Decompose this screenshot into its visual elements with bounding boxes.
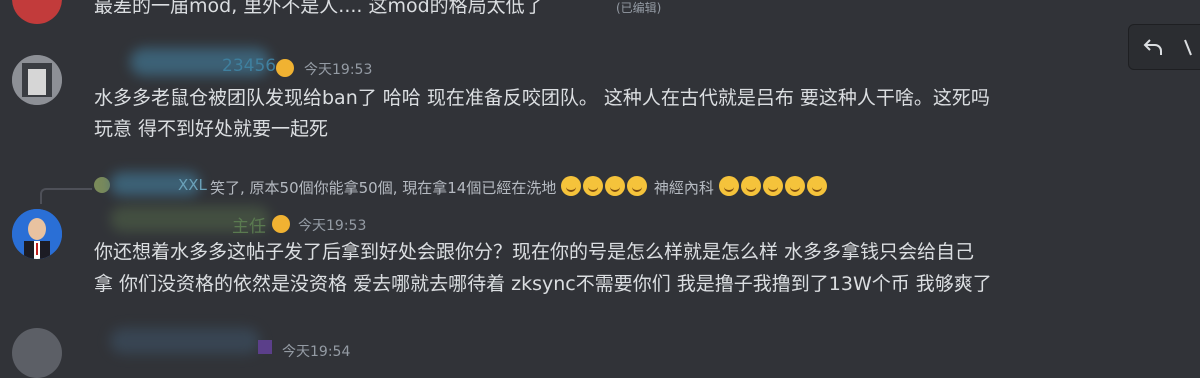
emoji-icon xyxy=(784,176,805,196)
emoji-icon xyxy=(762,176,783,196)
username-tag xyxy=(258,340,272,354)
reply-username: XXL xyxy=(178,176,207,194)
emoji-icon xyxy=(561,176,582,196)
reply-connector xyxy=(40,188,92,204)
timestamp: 今天19:54 xyxy=(282,344,351,360)
emoji-icon xyxy=(605,176,626,196)
message-line-2: 拿 你们没资格的依然是没资格 爱去哪就去哪待着 zksync不需要你们 我是撸子… xyxy=(94,273,992,295)
avatar[interactable] xyxy=(12,328,62,378)
more-options-icon[interactable] xyxy=(1177,35,1200,59)
emoji-icon xyxy=(740,176,761,196)
message-1: 最差的一届mod, 里外不是人.... 这mod的格局太低了 (已编辑) xyxy=(0,0,1200,40)
message-line-2: 玩意 得不到好处就要一起死 xyxy=(94,118,329,140)
reply-reference[interactable]: XXL 笑了, 原本50個你能拿50個, 現在拿14個已經在洗地 神經內科 xyxy=(0,170,1120,204)
edited-label: (已编辑) xyxy=(616,1,662,15)
emoji-icon xyxy=(806,176,827,196)
reply-arrow-icon[interactable] xyxy=(1141,35,1165,59)
message-line-1: 你还想着水多多这帖子发了后拿到好处会跟你分？现在你的号是怎么样就是怎么样 水多多… xyxy=(94,241,975,263)
avatar[interactable] xyxy=(12,55,62,105)
emoji-icon xyxy=(627,176,648,196)
user-badge-icon xyxy=(276,59,294,77)
message-4: 今天19:54 xyxy=(0,320,1120,378)
reply-avatar xyxy=(94,177,110,193)
message-3: 主任 今天19:53 你还想着水多多这帖子发了后拿到好处会跟你分？现在你的号是怎… xyxy=(0,204,1120,304)
timestamp: 今天19:53 xyxy=(298,218,367,234)
avatar[interactable] xyxy=(12,209,62,259)
user-badge-icon xyxy=(272,215,290,233)
message-toolbar xyxy=(1128,24,1200,70)
username-redaction xyxy=(110,328,260,354)
message-line-1: 水多多老鼠仓被团队发现给ban了 哈哈 现在准备反咬团队。 这种人在古代就是吕布… xyxy=(94,87,990,109)
message-text: 最差的一届mod, 里外不是人.... 这mod的格局太低了 xyxy=(94,0,544,17)
timestamp: 今天19:53 xyxy=(304,62,373,78)
username[interactable]: 主任 xyxy=(232,212,266,237)
emoji-icon xyxy=(583,176,604,196)
reply-text-after: 神經內科 xyxy=(653,179,714,197)
reply-text-content: 笑了, 原本50個你能拿50個, 現在拿14個已經在洗地 xyxy=(210,179,557,197)
emoji-icon xyxy=(718,176,739,196)
reply-text: 笑了, 原本50個你能拿50個, 現在拿14個已經在洗地 神經內科 xyxy=(210,176,829,198)
message-2: 23456 今天19:53 水多多老鼠仓被团队发现给ban了 哈哈 现在准备反咬… xyxy=(0,48,1120,148)
avatar[interactable] xyxy=(12,0,62,24)
username[interactable]: 23456 xyxy=(222,56,276,76)
